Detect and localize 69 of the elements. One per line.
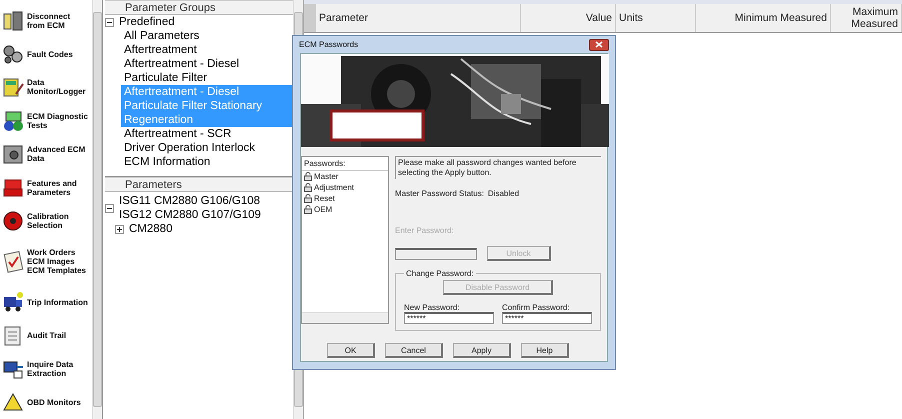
row-header: [304, 4, 316, 32]
sidebar-item[interactable]: Data Monitor/Logger: [0, 70, 92, 104]
sidebar-item[interactable]: Disconnect from ECM: [0, 4, 92, 38]
list-item[interactable]: Adjustment: [314, 183, 354, 192]
tree-item[interactable]: ISG11 CM2880 G106/G108 ISG12 CM2880 G107/G109: [117, 194, 281, 222]
sidebar-item[interactable]: Fault Codes: [0, 37, 92, 71]
status-value: Disabled: [488, 189, 520, 198]
instruction-text: Please make all password changes wanted before selecting the Apply button.: [395, 156, 601, 179]
book-icon: [2, 10, 24, 32]
flask-icon: [2, 110, 24, 132]
sidebar-item[interactable]: Features and Parameters: [0, 170, 92, 204]
apply-button[interactable]: Apply: [453, 343, 511, 358]
group-title: Change Password:: [405, 269, 475, 278]
warning-icon: [2, 391, 24, 414]
sidebar-item[interactable]: ECM Diagnostic Tests: [0, 104, 92, 138]
tree-item[interactable]: Aftertreatment - Diesel Particulate Filter: [121, 57, 293, 85]
calculator-icon: [2, 76, 24, 98]
panel-header: Parameters: [105, 177, 293, 192]
column-header[interactable]: Parameter: [316, 4, 521, 32]
scrollbar[interactable]: [302, 312, 388, 323]
help-button[interactable]: Help: [521, 343, 569, 358]
column-header[interactable]: Minimum Measured: [696, 4, 831, 32]
collapse-icon[interactable]: [105, 204, 114, 212]
column-header[interactable]: Maximum Measured: [831, 4, 902, 32]
truck-icon: [2, 291, 24, 314]
field-label: Confirm Password:: [502, 303, 571, 312]
list-item[interactable]: OEM: [314, 205, 332, 214]
expand-icon[interactable]: [115, 224, 124, 234]
tree-item[interactable]: ECM Information: [121, 155, 293, 169]
panel-header: Parameter Groups: [105, 0, 293, 15]
list-box[interactable]: Passwords: Master Adjustment Reset OEM: [301, 156, 389, 324]
sidebar-item[interactable]: Inquire Data Extraction: [0, 352, 92, 386]
column-header[interactable]: Units: [616, 4, 696, 32]
tree-item[interactable]: Aftertreatment: [121, 43, 293, 57]
password-field[interactable]: ******: [404, 312, 494, 324]
tree-item[interactable]: All Parameters: [121, 29, 293, 43]
sidebar-item[interactable]: Advanced ECM Data: [0, 138, 92, 171]
chair-icon: [2, 176, 24, 199]
lock-icon: [304, 194, 312, 203]
scrollbar[interactable]: [92, 0, 102, 419]
sidebar-item[interactable]: Calibration Selection: [0, 204, 92, 238]
sidebar-item[interactable]: Audit Trail: [0, 318, 92, 352]
lock-icon: [304, 183, 312, 192]
tree-item[interactable]: CM2880: [127, 222, 174, 236]
tree-item[interactable]: Driver Operation Interlock: [121, 141, 293, 155]
list-item[interactable]: Reset: [314, 194, 335, 203]
column-header[interactable]: Value: [521, 4, 616, 32]
collapse-icon[interactable]: [105, 18, 114, 26]
dialog-title: ECM Passwords: [299, 40, 358, 49]
tree-item[interactable]: Predefined: [117, 15, 177, 29]
ok-button[interactable]: OK: [327, 343, 375, 358]
field-label: New Password:: [404, 303, 461, 312]
lock-icon: [304, 172, 312, 181]
gears-icon: [2, 43, 24, 66]
close-icon: [595, 41, 603, 48]
list-header: Passwords:: [302, 157, 388, 171]
close-button[interactable]: [589, 38, 609, 50]
sidebar-item[interactable]: Work Orders ECM Images ECM Templates: [0, 238, 92, 286]
disc-icon: [2, 210, 24, 232]
tree-item[interactable]: Aftertreatment - SCR: [121, 127, 293, 141]
sidebar-item[interactable]: Trip Information: [0, 285, 92, 319]
lock-icon: [304, 205, 312, 214]
password-field[interactable]: ******: [502, 312, 592, 324]
field-label: Enter Password:: [395, 226, 455, 235]
cancel-button[interactable]: Cancel: [385, 343, 443, 358]
list-item[interactable]: Master: [314, 172, 338, 181]
checklist-icon: [2, 250, 24, 273]
status-label: Master Password Status:: [395, 189, 484, 198]
sidebar-item[interactable]: OBD Monitors: [0, 386, 92, 419]
